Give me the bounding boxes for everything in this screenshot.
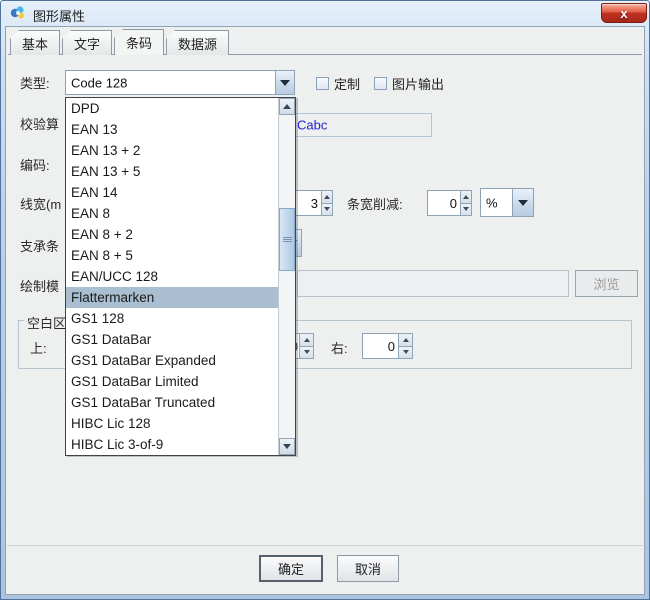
app-icon bbox=[10, 5, 26, 21]
quiet-zone-right-spinner[interactable]: 0 bbox=[362, 333, 413, 359]
titlebar[interactable]: 图形属性 x bbox=[1, 1, 649, 26]
dialog-body: 基本 文字 条码 数据源 类型: Code 128 定制 图片输出 校验算 Ca… bbox=[5, 26, 645, 595]
tab-datasource[interactable]: 数据源 bbox=[166, 30, 229, 55]
list-item[interactable]: EAN 13 + 2 bbox=[66, 140, 278, 161]
line-width-label: 线宽(m bbox=[20, 197, 61, 212]
spinner-down-icon[interactable] bbox=[398, 347, 413, 360]
list-item[interactable]: DPD bbox=[66, 98, 278, 119]
custom-checkbox[interactable]: 定制 bbox=[316, 74, 360, 93]
dropdown-scrollbar[interactable] bbox=[278, 98, 295, 455]
custom-checkbox-label: 定制 bbox=[334, 74, 360, 93]
bar-reduction-spinner[interactable]: 0 bbox=[427, 190, 472, 216]
unit-combobox[interactable]: % bbox=[480, 188, 534, 217]
unit-combobox-value: % bbox=[486, 195, 498, 210]
image-output-checkbox[interactable]: 图片输出 bbox=[374, 74, 444, 93]
list-item[interactable]: EAN/UCC 128 bbox=[66, 266, 278, 287]
list-item[interactable]: GS1 128 bbox=[66, 308, 278, 329]
type-combobox-value: Code 128 bbox=[71, 75, 127, 90]
checksum-value: Cabc bbox=[297, 118, 327, 133]
spinner-up-icon[interactable] bbox=[299, 333, 314, 347]
chevron-down-icon[interactable] bbox=[512, 189, 533, 216]
scroll-thumb[interactable] bbox=[279, 208, 295, 271]
cancel-button[interactable]: 取消 bbox=[337, 555, 399, 582]
type-combobox[interactable]: Code 128 bbox=[65, 70, 295, 95]
list-item[interactable]: GS1 DataBar Limited bbox=[66, 371, 278, 392]
list-item[interactable]: GS1 DataBar Expanded bbox=[66, 350, 278, 371]
draw-mode-label: 绘制模 bbox=[20, 279, 59, 294]
tab-barcode[interactable]: 条码 bbox=[114, 29, 164, 55]
spinner-up-icon[interactable] bbox=[460, 190, 472, 204]
tab-text[interactable]: 文字 bbox=[62, 30, 112, 55]
window: 图形属性 x 基本 文字 条码 数据源 类型: Code 128 定制 图片输出 bbox=[0, 0, 650, 600]
chevron-down-icon[interactable] bbox=[275, 71, 294, 94]
dropdown-items: DPD EAN 13 EAN 13 + 2 EAN 13 + 5 EAN 14 … bbox=[66, 98, 278, 455]
list-item[interactable]: EAN 8 bbox=[66, 203, 278, 224]
scroll-down-icon[interactable] bbox=[279, 438, 295, 455]
checksum-label: 校验算 bbox=[20, 117, 59, 132]
window-title: 图形属性 bbox=[33, 6, 85, 25]
checkbox-box-icon[interactable] bbox=[374, 77, 387, 90]
quiet-zone-right-value[interactable]: 0 bbox=[362, 333, 398, 359]
spinner-down-icon[interactable] bbox=[460, 204, 472, 217]
list-item[interactable]: EAN 13 bbox=[66, 119, 278, 140]
browse-button[interactable]: 浏览 bbox=[575, 270, 638, 297]
type-dropdown-list: DPD EAN 13 EAN 13 + 2 EAN 13 + 5 EAN 14 … bbox=[65, 97, 296, 456]
line-width-value[interactable]: 3 bbox=[295, 190, 321, 216]
checkbox-box-icon[interactable] bbox=[316, 77, 329, 90]
spinner-down-icon[interactable] bbox=[299, 347, 314, 360]
list-item[interactable]: GS1 DataBar bbox=[66, 329, 278, 350]
list-item[interactable]: HIBC Lic 3-of-9 bbox=[66, 434, 278, 455]
spinner-up-icon[interactable] bbox=[321, 190, 333, 204]
ok-button[interactable]: 确定 bbox=[259, 555, 323, 582]
list-item[interactable]: EAN 13 + 5 bbox=[66, 161, 278, 182]
footer-separator bbox=[7, 545, 643, 546]
list-item[interactable]: EAN 14 bbox=[66, 182, 278, 203]
bar-reduction-label: 条宽削减: bbox=[347, 197, 403, 212]
encoding-label: 编码: bbox=[20, 158, 50, 173]
bar-reduction-value[interactable]: 0 bbox=[427, 190, 460, 216]
scroll-up-icon[interactable] bbox=[279, 98, 295, 115]
type-label: 类型: bbox=[20, 76, 50, 91]
tab-basic[interactable]: 基本 bbox=[10, 30, 60, 55]
list-item[interactable]: GS1 DataBar Truncated bbox=[66, 392, 278, 413]
close-icon: x bbox=[620, 7, 627, 20]
draw-mode-field[interactable] bbox=[297, 270, 569, 297]
bearer-label: 支承条 bbox=[20, 239, 59, 254]
spinner-down-icon[interactable] bbox=[321, 204, 333, 217]
line-width-spinner[interactable]: 3 bbox=[295, 190, 333, 216]
quiet-zone-top-label: 上: bbox=[30, 341, 47, 356]
close-button[interactable]: x bbox=[601, 3, 647, 23]
list-item[interactable]: HIBC Lic 128 bbox=[66, 413, 278, 434]
quiet-zone-title: 空白区 bbox=[24, 313, 69, 332]
spinner-up-icon[interactable] bbox=[398, 333, 413, 347]
list-item-highlighted[interactable]: Flattermarken bbox=[66, 287, 278, 308]
list-item[interactable]: EAN 8 + 5 bbox=[66, 245, 278, 266]
quiet-zone-right-label: 右: bbox=[331, 341, 348, 356]
tab-bar: 基本 文字 条码 数据源 bbox=[10, 30, 229, 55]
image-output-checkbox-label: 图片输出 bbox=[392, 74, 444, 93]
scroll-thumb-grip-icon bbox=[283, 237, 292, 242]
list-item[interactable]: EAN 8 + 2 bbox=[66, 224, 278, 245]
